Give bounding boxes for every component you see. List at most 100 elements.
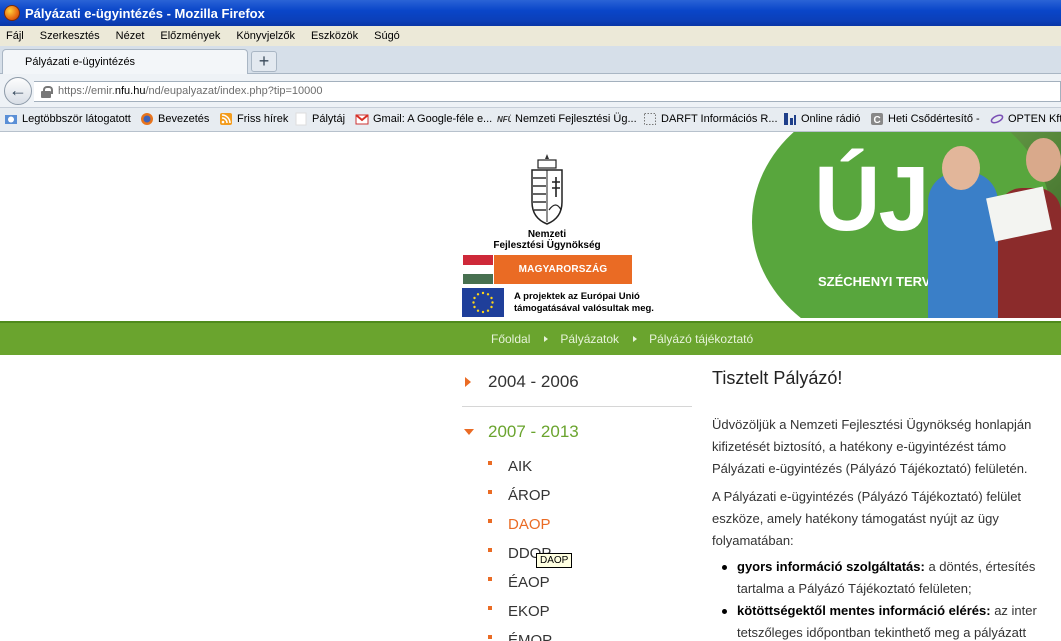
svg-text:NFÜ: NFÜ [497, 115, 511, 124]
sidebar-item-arop[interactable]: ÁROP [488, 487, 551, 504]
feature-text: a döntés, értesítés [924, 559, 1036, 574]
bookmark-label: Nemzeti Fejlesztési Üg... [515, 113, 637, 125]
bookmark-latest-headlines[interactable]: Friss hírek [219, 113, 288, 125]
eu-flag-icon [462, 288, 504, 317]
breadcrumb-home[interactable]: Főoldal [491, 332, 530, 346]
sidebar-item-ekop[interactable]: EKOP [488, 603, 550, 620]
bookmark-getting-started[interactable]: Bevezetés [140, 113, 209, 125]
description-line: folyamatában: [712, 533, 794, 548]
agency-name-line1: Nemzeti [527, 229, 567, 240]
feature-text: tetszőleges időpontban tekinthető meg a … [737, 625, 1027, 640]
sidebar-year-2004-2006[interactable]: 2004 - 2006 [462, 372, 692, 392]
bullet-icon [488, 461, 492, 465]
bookmark-palytaj[interactable]: Pálytáj [294, 112, 346, 126]
bookmark-gmail[interactable]: Gmail: A Google-féle e... [355, 113, 492, 125]
eu-text-line2: támogatásával valósultak meg. [514, 303, 654, 314]
description-line: eszköze, amely hatékony támogatást nyújt… [712, 511, 999, 526]
new-tab-button[interactable]: + [251, 51, 277, 72]
hungarian-flag-icon [463, 255, 493, 284]
bookmark-darft[interactable]: DARFT Információs R... [643, 113, 778, 125]
url-bar[interactable]: https://emir.nfu.hu/nd/eupalyazat/index.… [34, 81, 1061, 102]
url-path: /nd/eupalyazat/index.php?tip=10000 [145, 85, 323, 97]
radio-icon [784, 113, 796, 125]
sidebar-divider [462, 406, 692, 407]
tooltip: DAOP [536, 553, 573, 568]
menu-help[interactable]: Súgó [366, 30, 408, 42]
bullet-icon [722, 609, 727, 614]
menu-tools[interactable]: Eszközök [303, 30, 366, 42]
bullet-icon [488, 548, 492, 552]
breadcrumb-separator-icon [633, 336, 638, 342]
bookmark-opten[interactable]: OPTEN Kft. [990, 113, 1061, 125]
sidebar-item-emop[interactable]: ÉMOP [488, 632, 552, 641]
bookmark-heti-csodertesito[interactable]: C Heti Csődértesítő - [870, 113, 980, 126]
slogan-banner: MAGYARORSZÁG MEGÚJUL [494, 255, 632, 304]
eu-support-text: A projektek az Európai Unió támogatásáva… [514, 291, 674, 315]
bullet-icon [488, 577, 492, 581]
szechenyi-banner[interactable]: ÚJ SZÉCHENYI TERV [752, 132, 1061, 318]
page-icon [295, 112, 307, 126]
lock-icon [41, 86, 53, 98]
gmail-icon [355, 114, 369, 125]
intro-paragraph: Üdvözöljük a Nemzeti Fejlesztési Ügynöks… [712, 414, 1061, 480]
page-title: Tisztelt Pályázó! [712, 368, 843, 388]
bullet-icon [488, 490, 492, 494]
menu-file[interactable]: Fájl [0, 30, 32, 42]
bookmark-label: OPTEN Kft. [1008, 113, 1061, 125]
menu-bar: Fájl Szerkesztés Nézet Előzmények Könyvj… [0, 26, 1061, 46]
breadcrumb-current[interactable]: Pályázó tájékoztató [649, 332, 753, 346]
bookmark-nfu[interactable]: NFÜ Nemzeti Fejlesztési Üg... [497, 113, 637, 125]
description-line: A Pályázati e-ügyintézés (Pályázó Tájéko… [712, 489, 1022, 504]
sidebar-item-label: ÉMOP [508, 632, 553, 641]
svg-text:C: C [874, 115, 881, 126]
sidebar-year-label: 2007 - 2013 [488, 422, 579, 441]
sidebar-year-2007-2013[interactable]: 2007 - 2013 [462, 422, 692, 442]
sidebar-item-aik[interactable]: AIK [488, 458, 532, 475]
navigation-bar: https://emir.nfu.hu/nd/eupalyazat/index.… [0, 74, 1061, 108]
sidebar-item-label: AIK [508, 458, 533, 475]
rss-icon [220, 113, 232, 125]
bullet-icon [488, 519, 492, 523]
menu-history[interactable]: Előzmények [152, 30, 228, 42]
hungarian-crest-icon [531, 154, 563, 225]
back-button[interactable]: ← [4, 77, 32, 105]
bookmark-label: Pálytáj [312, 113, 346, 125]
arrow-right-icon [465, 377, 471, 387]
firefox-icon [141, 113, 153, 125]
nfu-icon: NFÜ [497, 115, 511, 124]
sidebar-item-label: ÉAOP [508, 574, 550, 591]
tab-label: Pályázati e-ügyintézés [25, 56, 136, 68]
feature-title: kötöttségektől mentes információ elérés: [737, 603, 991, 618]
feature-text: tartalma a Pályázó Tájékoztató felületen… [737, 581, 972, 596]
breadcrumb: Főoldal Pályázatok Pályázó tájékoztató [491, 332, 753, 346]
page-icon [644, 113, 656, 125]
folder-icon [5, 115, 17, 124]
bookmark-label: Gmail: A Google-féle e... [373, 113, 493, 125]
bookmark-label: Heti Csődértesítő - [888, 113, 980, 125]
intro-line: Üdvözöljük a Nemzeti Fejlesztési Ügynöks… [712, 417, 1032, 432]
description-paragraph: A Pályázati e-ügyintézés (Pályázó Tájéko… [712, 486, 1061, 552]
firefox-icon [4, 5, 20, 21]
sidebar-item-eaop[interactable]: ÉAOP [488, 574, 550, 591]
opten-icon [990, 114, 1004, 124]
menu-view[interactable]: Nézet [108, 30, 153, 42]
banner-title: ÚJ [814, 148, 930, 250]
menu-edit[interactable]: Szerkesztés [32, 30, 108, 42]
banner-subtitle: SZÉCHENYI TERV [818, 274, 931, 289]
menu-bookmarks[interactable]: Könyvjelzők [228, 30, 303, 42]
window-title: Pályázati e-ügyintézés - Mozilla Firefox [25, 5, 265, 21]
breadcrumb-bar: Főoldal Pályázatok Pályázó tájékoztató [0, 321, 1061, 355]
tab-active[interactable]: Pályázati e-ügyintézés [2, 49, 248, 74]
feature-text: az inter [990, 603, 1037, 618]
bookmark-most-visited[interactable]: Legtöbbször látogatott [4, 113, 131, 125]
breadcrumb-palyazatok[interactable]: Pályázatok [560, 332, 619, 346]
banner-person-head [942, 146, 980, 190]
window-titlebar: Pályázati e-ügyintézés - Mozilla Firefox [0, 0, 1061, 26]
banner-person [928, 172, 998, 318]
feature-title: gyors információ szolgáltatás: [737, 559, 925, 574]
sidebar-item-daop[interactable]: DAOP [488, 516, 551, 533]
banner-person-head [1026, 138, 1061, 182]
bookmark-online-radio[interactable]: Online rádió [783, 113, 860, 125]
bullet-icon [722, 565, 727, 570]
tab-strip: Pályázati e-ügyintézés + [0, 46, 1061, 74]
